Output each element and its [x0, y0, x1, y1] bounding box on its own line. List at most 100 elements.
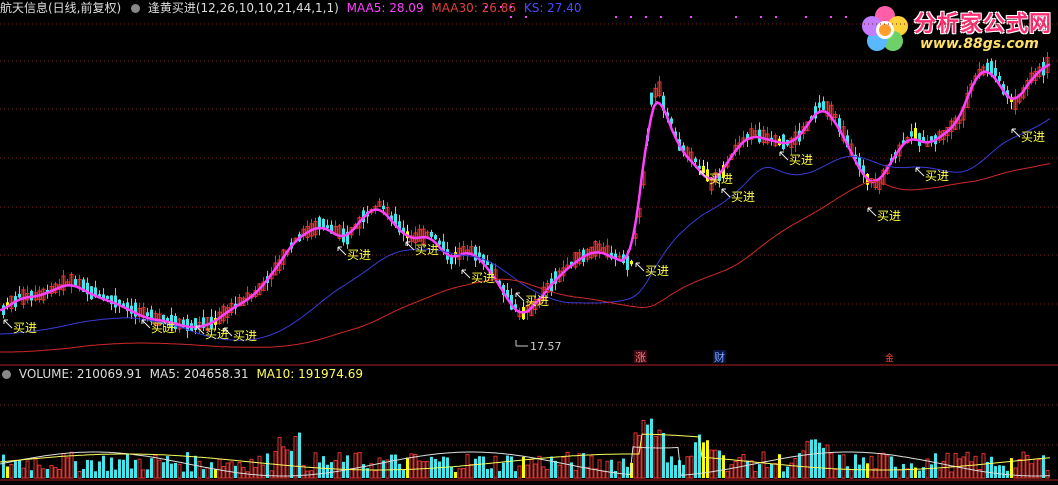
volume-bar [666, 462, 669, 478]
volume-bar [498, 471, 501, 478]
volume-bar [617, 461, 622, 479]
volume-bar [290, 450, 293, 478]
buy-arrow-icon [721, 188, 731, 198]
volume-bar [490, 468, 493, 478]
candle-body [914, 128, 917, 140]
buy-signal-label: 买进 [645, 264, 669, 278]
volume-bar [157, 459, 162, 479]
volume-bar [65, 457, 70, 479]
volume-bar [421, 461, 426, 479]
maa5-line [0, 63, 1051, 329]
volume-bar [758, 464, 761, 478]
volume-bar [862, 457, 865, 478]
volume-bar [994, 466, 997, 478]
volume-bar [353, 452, 358, 479]
volume-bar [457, 468, 462, 479]
buy-arrow-icon [3, 319, 13, 329]
volume-bar [86, 459, 89, 478]
signal-dot [630, 16, 632, 18]
volume-bar [474, 458, 477, 478]
volume-bar [486, 469, 489, 478]
volume-bar [130, 468, 133, 478]
volume-bar [937, 469, 942, 479]
volume-bar [990, 456, 993, 478]
volume-bar [981, 453, 986, 479]
volume-bar [30, 470, 33, 478]
volume-bar [749, 460, 754, 479]
volume-bar [949, 471, 954, 479]
buy-signal-label: 买进 [731, 190, 755, 204]
volume-bar [37, 464, 42, 479]
volume-bar [833, 469, 838, 479]
volume-bar [554, 460, 557, 478]
buy-arrow-icon [337, 246, 347, 256]
volume-bar [641, 419, 646, 479]
volume-bar [902, 463, 905, 478]
volume-bar [746, 460, 749, 478]
volume-bar [561, 456, 566, 479]
candle-body [322, 218, 325, 228]
volume-bar [118, 459, 121, 478]
volume-bar [662, 432, 665, 478]
candle-body [694, 158, 697, 162]
volume-bar [241, 466, 246, 479]
volume-bar [102, 455, 105, 478]
volume-bar [866, 463, 869, 478]
volume-bar [245, 471, 250, 479]
buy-signal-label: 买进 [525, 294, 549, 308]
volume-bar [153, 454, 158, 479]
volume-bar [2, 454, 5, 478]
volume-bar [1025, 454, 1030, 479]
volume-bar [94, 471, 97, 478]
volume-bar [446, 457, 449, 478]
volume-bar [162, 462, 165, 478]
volume-bar [605, 460, 610, 479]
signal-dot [510, 16, 512, 18]
volume-bar [930, 464, 933, 478]
event-marker-zhang: 涨 [635, 351, 646, 364]
volume-bar [110, 457, 113, 478]
volume-bar [529, 458, 534, 479]
volume-bar [77, 471, 82, 479]
volume-bar [277, 436, 282, 479]
volume-bar [890, 456, 893, 478]
volume-bar [346, 455, 349, 478]
signal-dot [615, 16, 617, 18]
buy-signal-label: 买进 [13, 321, 37, 335]
volume-bar [114, 469, 117, 478]
volume-bar [469, 464, 474, 479]
volume-bar [810, 439, 813, 478]
volume-bar [633, 432, 638, 479]
volume-bar [261, 464, 266, 479]
volume-bar [137, 458, 142, 479]
volume-bar [266, 453, 269, 478]
volume-bar [141, 469, 146, 479]
volume-bar [502, 462, 505, 478]
volume-bar [465, 454, 470, 479]
volume-bar [61, 453, 66, 479]
volume-bar [729, 464, 734, 479]
volume-bar [793, 457, 798, 479]
volume-bar [573, 469, 578, 479]
volume-bar [825, 444, 830, 479]
signal-dot [775, 16, 777, 18]
volume-bar [122, 459, 125, 478]
volume-bar [670, 456, 673, 478]
volume-bar [885, 455, 890, 479]
buy-arrow-icon [915, 167, 925, 177]
volume-bar [582, 453, 585, 478]
stock-chart[interactable]: 买进 买进 买进 买进买进 买进买进买进买进买进买进买进买进买进买进17.57涨财金 [0, 0, 1058, 485]
signal-dot [500, 6, 502, 8]
volume-bar [6, 466, 9, 478]
volume-bar [918, 470, 921, 478]
buy-arrow-icon [141, 319, 151, 329]
event-marker-jin: 金 [885, 352, 894, 364]
volume-bar [369, 463, 374, 479]
volume-bar [194, 455, 197, 478]
volume-bar [517, 465, 522, 479]
volume-bar [49, 464, 54, 479]
volume-bar [786, 466, 789, 478]
volume-bar [390, 454, 393, 478]
volume-bar [1037, 459, 1042, 479]
signal-dot [485, 6, 487, 8]
